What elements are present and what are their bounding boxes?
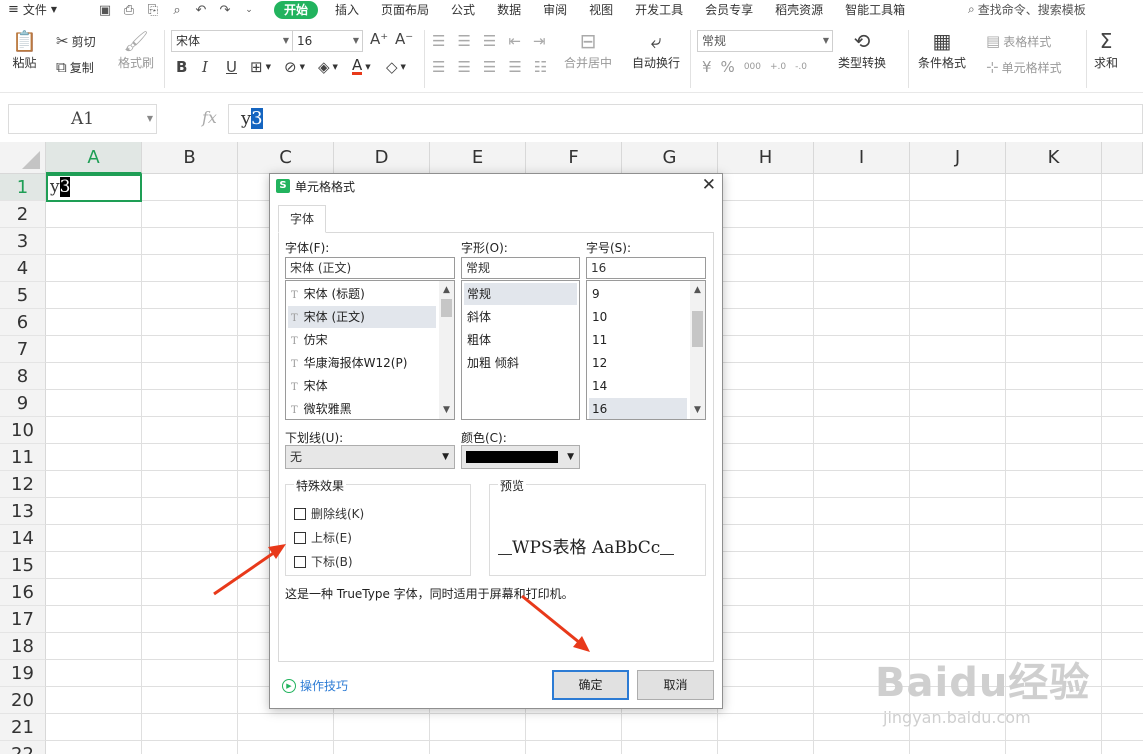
tab-font[interactable]: 字体 <box>278 205 326 233</box>
watermark-url: jingyan.baidu.com <box>883 708 1031 727</box>
arrow-to-superscript <box>213 544 286 596</box>
arrow-to-ok-button <box>521 594 590 652</box>
baidu-watermark: Baidu经验 jingyan.baidu.com <box>875 650 1135 750</box>
annotation-arrows <box>213 544 590 652</box>
baidu-logo: Baidu经验 <box>875 660 1091 706</box>
spreadsheet-window: ≡ 文件 ▼ ▣ ⎙ ⎘ ⌕ ↶ ↷ ⌄ 开始 插入 页面布局 公式 数据 审阅… <box>0 0 1143 754</box>
